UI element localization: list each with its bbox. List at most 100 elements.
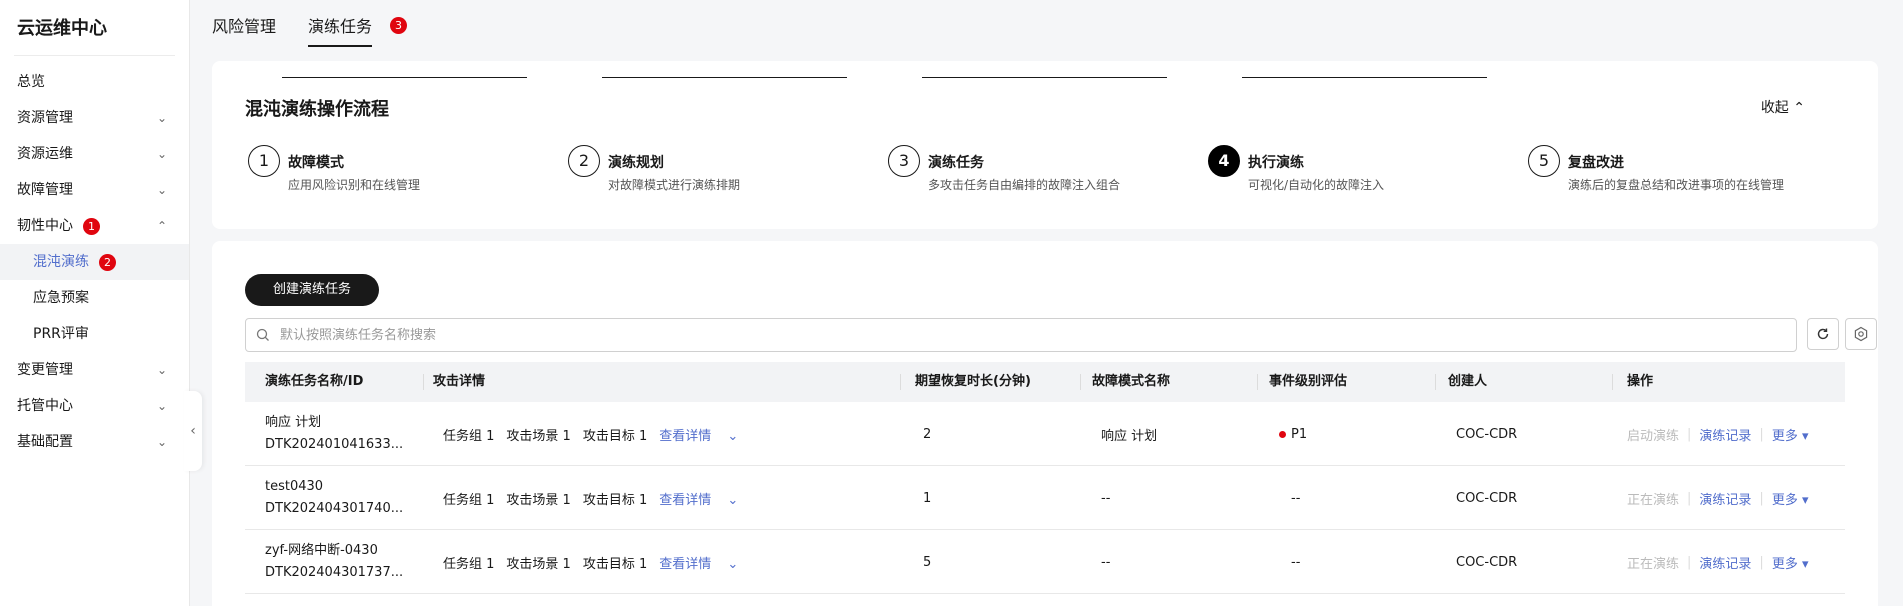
more-dropdown[interactable]: 更多 ▾: [1772, 553, 1809, 572]
chevron-down-icon: ⌄: [156, 147, 167, 161]
op-divider: |: [1687, 554, 1692, 570]
refresh-button[interactable]: [1807, 318, 1839, 350]
view-details-link[interactable]: 查看详情 ⌄: [659, 489, 750, 508]
attack-scene: 攻击场景 1: [506, 492, 571, 508]
sidebar-item-label: 混沌演练: [33, 254, 89, 270]
sidebar-item-resource-ops[interactable]: 资源运维 ⌄: [0, 136, 189, 172]
chevron-down-icon: ⌄: [156, 111, 167, 125]
task-group: 任务组 1: [443, 492, 495, 508]
search-input[interactable]: [280, 319, 1780, 351]
operations-cell: 启动演练 | 演练记录 | 更多 ▾: [1627, 402, 1809, 466]
view-details-label: 查看详情: [659, 556, 712, 572]
chevron-up-icon: ⌃: [1793, 100, 1805, 116]
sidebar-item-label: 资源运维: [17, 146, 73, 162]
sidebar-item-basic-config[interactable]: 基础配置 ⌄: [0, 424, 189, 460]
attack-details-cell: 任务组 1 攻击场景 1 攻击目标 1 查看详情 ⌄: [443, 530, 762, 594]
drill-record-link[interactable]: 演练记录: [1699, 489, 1751, 508]
step-connector: [1242, 77, 1487, 78]
process-title: 混沌演练操作流程: [245, 99, 389, 120]
sidebar-item-resource-management[interactable]: 资源管理 ⌄: [0, 100, 189, 136]
step-description: 多攻击任务自由编排的故障注入组合: [928, 178, 1121, 192]
tab-drill-tasks[interactable]: 演练任务 3: [308, 0, 408, 47]
tab-label: 演练任务: [308, 17, 373, 36]
sidebar-item-chaos-drill[interactable]: 混沌演练 2: [0, 244, 189, 280]
step-number-current: 4: [1208, 145, 1240, 177]
process-card: 混沌演练操作流程 收起 ⌃ 1 故障模式 应用风险识别和在线管理 2 演练规划 …: [212, 61, 1878, 229]
step-badge: 1: [83, 217, 100, 235]
more-label: 更多: [1771, 492, 1798, 508]
operations-cell: 正在演练 | 演练记录 | 更多 ▾: [1627, 530, 1809, 594]
sidebar-item-emergency-plan[interactable]: 应急预案: [0, 280, 189, 316]
sidebar-item-label: 资源管理: [17, 110, 73, 126]
step-connector: [602, 77, 847, 78]
task-name-cell: zyf-网络中断-0430 DTK202404301737...: [265, 530, 405, 594]
step-connector: [922, 77, 1167, 78]
event-level-cell: --: [1291, 554, 1301, 570]
duration-cell: 2: [923, 426, 932, 442]
column-header: 操作: [1627, 374, 1654, 389]
step-number: 3: [888, 145, 920, 177]
sidebar-item-resilience-center[interactable]: 韧性中心 1 ⌃: [0, 208, 189, 244]
step-number: 2: [568, 145, 600, 177]
column-separator: [423, 374, 424, 390]
start-drill-button[interactable]: 启动演练: [1627, 425, 1679, 444]
chevron-down-icon: ⌄: [727, 428, 739, 444]
attack-scene: 攻击场景 1: [506, 556, 571, 572]
task-name: zyf-网络中断-0430: [265, 543, 378, 558]
op-divider: |: [1759, 426, 1764, 442]
column-header: 攻击详情: [433, 374, 486, 389]
sidebar-divider: [14, 55, 175, 56]
fault-mode-cell: 响应 计划: [1101, 428, 1158, 444]
sidebar-item-change-management[interactable]: 变更管理 ⌄: [0, 352, 189, 388]
step-description: 演练后的复盘总结和改进事项的在线管理: [1568, 178, 1785, 192]
step-description: 对故障模式进行演练排期: [608, 178, 741, 192]
more-dropdown[interactable]: 更多 ▾: [1772, 425, 1809, 444]
sidebar-item-fault-management[interactable]: 故障管理 ⌄: [0, 172, 189, 208]
settings-button[interactable]: [1845, 318, 1877, 350]
fault-mode-cell: --: [1101, 554, 1111, 570]
chevron-down-icon: ⌄: [156, 183, 167, 197]
duration-cell: 5: [923, 554, 932, 570]
creator-cell: COC-CDR: [1456, 490, 1518, 506]
table-row: test0430 DTK202404301740... 任务组 1 攻击场景 1…: [245, 466, 1845, 530]
task-group: 任务组 1: [443, 556, 495, 572]
step-title: 演练任务: [928, 152, 990, 172]
sidebar-item-label: 基础配置: [17, 434, 73, 450]
task-group: 任务组 1: [443, 428, 495, 444]
creator-cell: COC-CDR: [1456, 426, 1518, 442]
sidebar-collapse-button[interactable]: ‹: [184, 391, 202, 471]
tab-risk-management[interactable]: 风险管理: [212, 0, 276, 47]
sidebar-item-overview[interactable]: 总览: [0, 64, 189, 100]
sidebar-item-label: PRR评审: [33, 326, 89, 342]
sidebar-item-label: 变更管理: [17, 362, 73, 378]
create-task-button[interactable]: 创建演练任务: [245, 274, 379, 306]
op-divider: |: [1687, 426, 1692, 442]
chevron-up-icon: ⌃: [156, 219, 167, 233]
caret-down-icon: ▾: [1801, 428, 1809, 444]
collapse-button[interactable]: 收起 ⌃: [1761, 97, 1805, 117]
task-id: DTK202404301740...: [265, 501, 404, 516]
view-details-link[interactable]: 查看详情 ⌄: [659, 425, 750, 444]
tasks-table: 演练任务名称/ID 攻击详情 期望恢复时长(分钟) 故障模式名称 事件级别评估 …: [245, 362, 1845, 594]
attack-target: 攻击目标 1: [582, 492, 648, 508]
more-dropdown[interactable]: 更多 ▾: [1772, 489, 1809, 508]
attack-target: 攻击目标 1: [582, 428, 648, 444]
task-name: test0430: [265, 479, 324, 494]
step-title: 演练规划: [608, 152, 670, 172]
drill-record-link[interactable]: 演练记录: [1699, 425, 1751, 444]
sidebar-item-hosting-center[interactable]: 托管中心 ⌄: [0, 388, 189, 424]
task-id: DTK202404301737...: [265, 565, 404, 580]
task-name-cell: 响应 计划 DTK202401041633...: [265, 402, 405, 466]
sidebar-item-prr-review[interactable]: PRR评审: [0, 316, 189, 352]
column-header: 创建人: [1448, 374, 1488, 389]
gear-icon: [1854, 326, 1868, 342]
event-level: P1: [1291, 426, 1308, 442]
task-name: 响应 计划: [265, 415, 322, 430]
step-title: 故障模式: [288, 152, 350, 172]
operations-cell: 正在演练 | 演练记录 | 更多 ▾: [1627, 466, 1809, 530]
app-title: 云运维中心: [17, 18, 107, 39]
chevron-down-icon: ⌄: [727, 556, 739, 572]
task-name-cell: test0430 DTK202404301740...: [265, 466, 405, 530]
drill-record-link[interactable]: 演练记录: [1699, 553, 1751, 572]
view-details-link[interactable]: 查看详情 ⌄: [659, 553, 750, 572]
